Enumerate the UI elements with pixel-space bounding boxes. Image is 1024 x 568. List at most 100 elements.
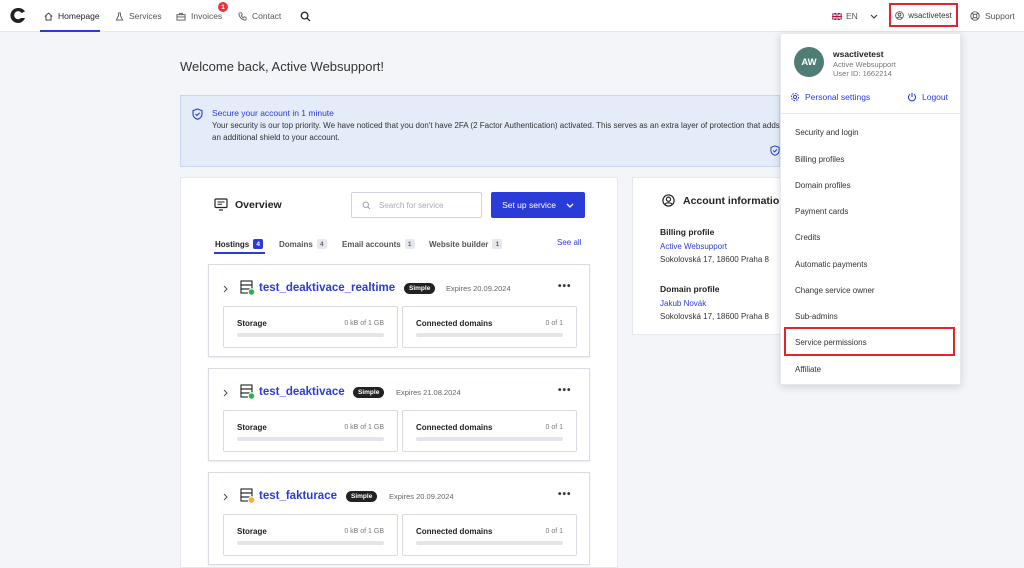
- stat-value: 0 of 1: [545, 320, 563, 327]
- storage-stat: Storage 0 kB of 1 GB: [223, 514, 398, 556]
- search-icon[interactable]: [300, 0, 311, 32]
- storage-stat: Storage 0 kB of 1 GB: [223, 306, 398, 348]
- server-icon: [240, 384, 256, 400]
- nav-active-indicator: [40, 30, 100, 32]
- nav-support[interactable]: Support: [970, 0, 1015, 32]
- user-menu-button[interactable]: wsactivetest: [889, 3, 958, 27]
- user-dropdown-menu: AW wsactivetest Active Websupport User I…: [780, 33, 961, 385]
- gear-icon: [790, 92, 800, 102]
- tab-website-builder[interactable]: Website builder 1: [429, 236, 503, 252]
- stat-value: 0 of 1: [545, 528, 563, 535]
- tab-hostings[interactable]: Hostings 4: [215, 236, 264, 252]
- language-selector[interactable]: EN: [832, 0, 878, 32]
- server-icon: [240, 280, 256, 296]
- user-circle-icon: [895, 10, 904, 20]
- hosting-card: test_deaktivace Simple Expires 21.08.202…: [208, 368, 590, 461]
- alert-text: Your security is our top priority. We ha…: [212, 121, 780, 142]
- stat-label: Storage: [237, 319, 267, 328]
- logout-link[interactable]: Logout: [907, 92, 948, 102]
- tab-count: 4: [253, 239, 264, 249]
- domain-profile-link[interactable]: Jakub Novák: [660, 299, 706, 308]
- stat-label: Connected domains: [416, 527, 493, 536]
- domain-profile-title: Domain profile: [660, 284, 720, 294]
- hosting-name[interactable]: test_fakturace: [259, 490, 337, 502]
- search-input[interactable]: [379, 200, 474, 210]
- lifebuoy-icon: [970, 11, 980, 21]
- nav-services[interactable]: Services: [115, 0, 162, 32]
- search-icon: [362, 201, 371, 210]
- page-title: Welcome back, Active Websupport!: [180, 59, 385, 74]
- tab-count: 1: [492, 239, 503, 249]
- progress-bar: [237, 437, 384, 441]
- menu-item-security-login[interactable]: Security and login: [795, 128, 859, 137]
- dropdown-username: wsactivetest: [833, 49, 884, 59]
- highlight-frame: [784, 327, 955, 356]
- expiry-date: Expires 20.09.2024: [389, 492, 454, 501]
- monitor-icon: [214, 198, 228, 211]
- plan-badge: Simple: [353, 387, 385, 398]
- hosting-card: test_fakturace Simple Expires 20.09.2024…: [208, 472, 590, 565]
- plan-badge: Simple: [346, 491, 378, 502]
- nav-invoices[interactable]: Invoices: [176, 0, 222, 32]
- menu-item-sub-admins[interactable]: Sub-admins: [795, 312, 838, 321]
- tab-domains[interactable]: Domains 4: [279, 236, 327, 252]
- menu-item-domain-profiles[interactable]: Domain profiles: [795, 181, 851, 190]
- chevron-right-icon[interactable]: [223, 389, 228, 397]
- tab-count: 1: [404, 239, 415, 249]
- domains-stat: Connected domains 0 of 1: [402, 306, 577, 348]
- phone-icon: [238, 11, 247, 21]
- billing-profile-link[interactable]: Active Websupport: [660, 242, 727, 251]
- tab-count: 4: [316, 239, 327, 249]
- service-search[interactable]: [351, 192, 482, 218]
- menu-item-automatic-payments[interactable]: Automatic payments: [795, 260, 867, 269]
- language-label: EN: [846, 11, 858, 21]
- stat-label: Storage: [237, 527, 267, 536]
- tab-label: Hostings: [215, 239, 250, 249]
- nav-contact[interactable]: Contact: [238, 0, 281, 32]
- setup-service-label: Set up service: [502, 200, 556, 210]
- menu-item-credits[interactable]: Credits: [795, 233, 820, 242]
- more-options-icon[interactable]: •••: [558, 281, 572, 292]
- websupport-logo[interactable]: [10, 7, 26, 24]
- more-options-icon[interactable]: •••: [558, 489, 572, 500]
- plan-badge: Simple: [404, 283, 436, 294]
- hosting-name[interactable]: test_deaktivace: [259, 386, 345, 398]
- tab-label: Domains: [279, 239, 313, 249]
- see-all-link[interactable]: See all: [557, 238, 581, 247]
- menu-item-billing-profiles[interactable]: Billing profiles: [795, 155, 844, 164]
- setup-service-button[interactable]: Set up service: [491, 192, 585, 218]
- nav-invoices-label: Invoices: [191, 11, 223, 21]
- menu-item-affiliate[interactable]: Affiliate: [795, 365, 821, 374]
- menu-item-payment-cards[interactable]: Payment cards: [795, 207, 848, 216]
- tab-active-indicator: [214, 252, 265, 254]
- top-navigation: Homepage Services Invoices 1 Contact EN …: [0, 0, 1024, 32]
- nav-homepage[interactable]: Homepage: [44, 0, 100, 32]
- stat-value: 0 kB of 1 GB: [344, 528, 384, 535]
- tab-email-accounts[interactable]: Email accounts 1: [342, 236, 415, 252]
- invoices-count-badge: 1: [218, 2, 228, 12]
- tab-label: Email accounts: [342, 239, 401, 249]
- dropdown-org: Active Websupport: [833, 60, 896, 69]
- billing-address: Sokolovská 17, 18600 Praha 8: [660, 255, 769, 264]
- hosting-name[interactable]: test_deaktivace_realtime: [259, 282, 395, 294]
- progress-bar: [237, 333, 384, 337]
- menu-item-change-service-owner[interactable]: Change service owner: [795, 286, 875, 295]
- logout-label: Logout: [922, 92, 948, 102]
- chevron-right-icon[interactable]: [223, 493, 228, 501]
- power-icon: [907, 92, 917, 102]
- nav-support-label: Support: [985, 11, 1015, 21]
- account-info-title: Account information: [683, 195, 786, 207]
- more-options-icon[interactable]: •••: [558, 385, 572, 396]
- shield-check-icon: [770, 145, 780, 156]
- progress-bar: [237, 541, 384, 545]
- personal-settings-link[interactable]: Personal settings: [790, 92, 870, 102]
- server-icon: [240, 488, 256, 504]
- chevron-right-icon[interactable]: [223, 285, 228, 293]
- divider: [781, 113, 960, 114]
- stat-value: 0 of 1: [545, 424, 563, 431]
- progress-bar: [416, 333, 563, 337]
- nav-homepage-label: Homepage: [58, 11, 100, 21]
- alert-title[interactable]: Secure your account in 1 minute: [212, 108, 334, 118]
- home-icon: [44, 11, 53, 21]
- security-alert: Secure your account in 1 minute Your sec…: [180, 95, 780, 167]
